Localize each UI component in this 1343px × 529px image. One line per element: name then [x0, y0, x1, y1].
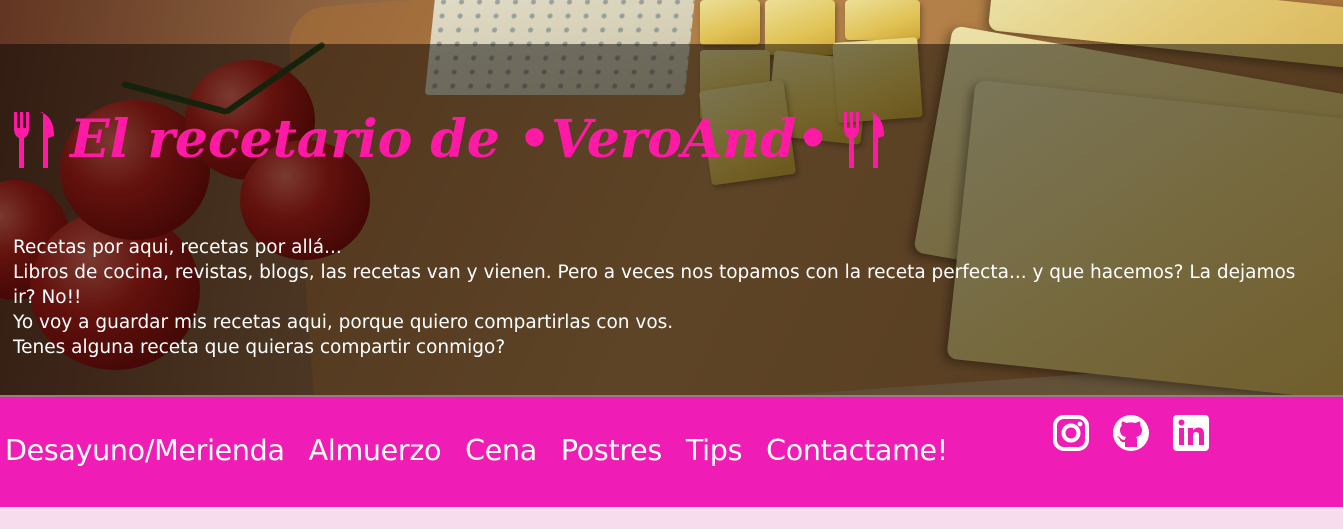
intro-line: Libros de cocina, revistas, blogs, las r… [13, 262, 1296, 308]
nav-links: Desayuno/Merienda Almuerzo Cena Postres … [5, 434, 948, 467]
intro-line: Tenes alguna receta que quieras comparti… [13, 337, 506, 358]
page-title: El recetario de •VeroAnd• [12, 110, 888, 170]
linkedin-icon[interactable] [1172, 413, 1210, 453]
nav-link-contactame[interactable]: Contactame! [766, 434, 948, 467]
social-links [1052, 413, 1210, 453]
intro-line: Recetas por aqui, recetas por allá... [13, 237, 342, 258]
intro-text: Recetas por aqui, recetas por allá... Li… [13, 235, 1323, 360]
utensils-icon [842, 110, 888, 170]
nav-link-postres[interactable]: Postres [561, 434, 662, 467]
github-icon[interactable] [1112, 413, 1150, 453]
nav-link-desayuno-merienda[interactable]: Desayuno/Merienda [5, 434, 285, 467]
instagram-icon[interactable] [1052, 413, 1090, 453]
nav-link-almuerzo[interactable]: Almuerzo [309, 434, 442, 467]
main-navigation: Desayuno/Merienda Almuerzo Cena Postres … [0, 395, 1343, 507]
nav-link-cena[interactable]: Cena [465, 434, 537, 467]
intro-line: Yo voy a guardar mis recetas aqui, porqu… [13, 312, 674, 333]
title-text: El recetario de •VeroAnd• [70, 109, 830, 171]
hero-banner: El recetario de •VeroAnd• Recetas por aq… [0, 0, 1343, 395]
nav-link-tips[interactable]: Tips [686, 434, 743, 467]
utensils-icon [12, 110, 58, 170]
page-body-background [0, 507, 1343, 529]
